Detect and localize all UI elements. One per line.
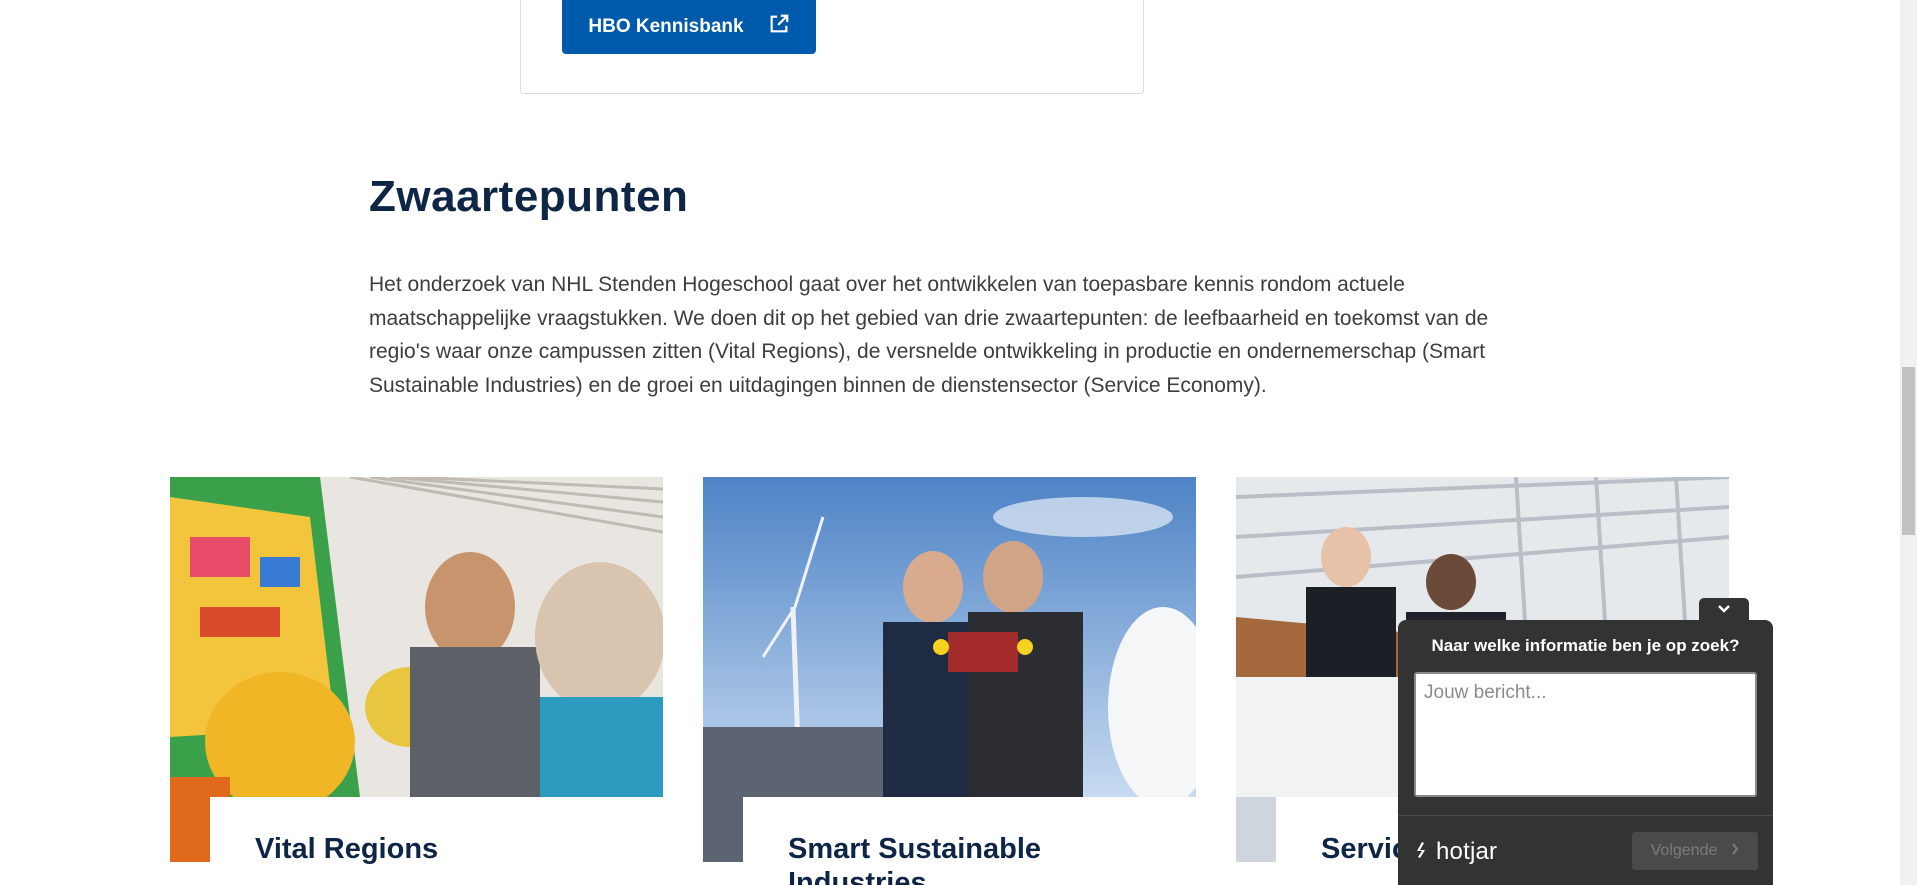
- scrollbar-thumb[interactable]: [1902, 367, 1915, 535]
- hotjar-next-button[interactable]: Volgende: [1632, 832, 1758, 870]
- smart-industries-photo: [703, 477, 1196, 797]
- next-button-label: Volgende: [1650, 842, 1718, 859]
- section-intro: Het onderzoek van NHL Stenden Hogeschool…: [369, 273, 1489, 397]
- chevron-down-icon: [1717, 601, 1731, 619]
- hotjar-divider: [1398, 815, 1773, 816]
- section-title: Zwaartepunten: [369, 172, 689, 221]
- card-label-box: Vital Regions: [210, 797, 663, 885]
- chevron-right-icon: [1731, 842, 1739, 860]
- hotjar-question: Naar welke informatie ben je op zoek?: [1431, 636, 1740, 655]
- vital-regions-photo: [170, 477, 663, 797]
- hotjar-brand-text: hotjar: [1436, 838, 1498, 865]
- card-label-box: Smart Sustainable Industries: [743, 797, 1196, 885]
- card-title[interactable]: Vital Regions: [255, 832, 635, 866]
- card-vital-regions[interactable]: Vital Regions: [170, 477, 663, 885]
- hotjar-feedback-panel: Naar welke informatie ben je op zoek? ho…: [1398, 620, 1773, 885]
- hotjar-message-input[interactable]: [1414, 672, 1757, 797]
- hbo-kennisbank-button[interactable]: HBO Kennisbank: [562, 0, 816, 54]
- card-smart-sustainable-industries[interactable]: Smart Sustainable Industries: [703, 477, 1196, 885]
- card-accent-strip: [1236, 797, 1276, 862]
- card-title[interactable]: Smart Sustainable Industries: [788, 832, 1168, 885]
- hotjar-logo-icon: [1414, 838, 1430, 866]
- hotjar-toggle-button[interactable]: [1699, 598, 1749, 622]
- external-link-icon: [768, 13, 790, 41]
- kennisbank-card: HBO Kennisbank: [520, 0, 1144, 94]
- kennisbank-button-label: HBO Kennisbank: [588, 16, 744, 37]
- hotjar-logo[interactable]: hotjar: [1414, 838, 1497, 866]
- card-accent-strip: [703, 797, 743, 862]
- page-scrollbar[interactable]: [1900, 0, 1917, 885]
- card-accent-strip: [170, 797, 210, 862]
